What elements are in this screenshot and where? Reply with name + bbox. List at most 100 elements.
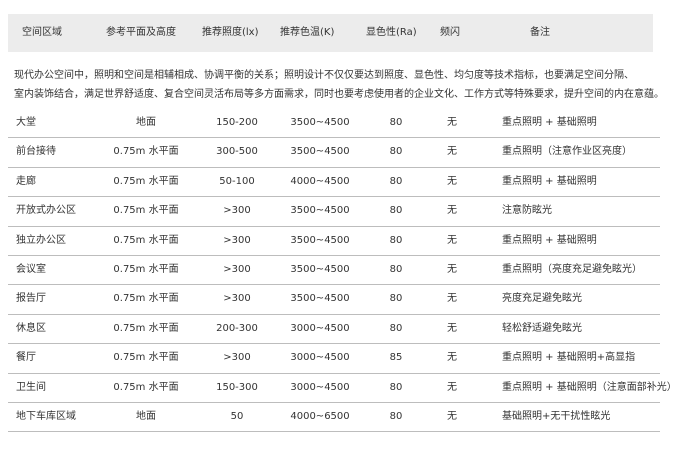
table-row: 报告厅 0.75m 水平面 >300 3500~4500 80 无 亮度充足避免… [8,285,660,315]
table-row: 卫生间 0.75m 水平面 150-300 3000~4500 80 无 重点照… [8,374,677,403]
cell-temp: 4000~4500 [290,175,350,187]
cell-flicker: 无 [447,352,457,364]
cell-flicker: 无 [447,263,457,275]
cell-ra: 80 [389,117,403,128]
cell-ra: 80 [389,234,403,246]
table-header: 空间区域 参考平面及高度 推荐照度(lx) 推荐色温(K) 显色性(Ra) 频闪… [8,14,653,52]
cell-plane: 地面 [136,410,156,422]
intro-line-1: 现代办公空间中，照明和空间是相辅相成、协调平衡的关系；照明设计不仅仅要达到照度、… [14,70,634,81]
intro-line-2: 室内装饰结合，满足世界舒适度、复合空间灵活布局等多方面需求，同时也要考虑使用者的… [14,89,664,100]
cell-temp: 3500~4500 [290,293,350,305]
cell-note: 重点照明 + 基础照明 [502,175,597,187]
cell-space: 大堂 [16,117,36,128]
header-note: 备注 [530,27,550,38]
header-temp: 推荐色温(K) [280,27,335,38]
cell-flicker: 无 [447,117,457,128]
intro-paragraph: 现代办公空间中，照明和空间是相辅相成、协调平衡的关系；照明设计不仅仅要达到照度、… [14,66,664,104]
cell-temp: 3500~4500 [290,205,350,217]
header-ra: 显色性(Ra) [366,27,417,38]
cell-space: 开放式办公区 [16,205,76,217]
table-row: 前台接待 0.75m 水平面 300-500 3500~4500 80 无 重点… [8,138,660,168]
cell-note: 基础照明+无干扰性眩光 [502,410,611,422]
cell-flicker: 无 [447,175,457,187]
cell-lux: 50 [230,410,244,422]
cell-ra: 80 [389,263,403,275]
cell-lux: >300 [223,352,251,364]
cell-note: 重点照明（注意作业区亮度） [502,146,632,158]
cell-space: 地下车库区域 [16,410,76,422]
cell-note: 重点照明（亮度充足避免眩光） [502,263,642,275]
cell-lux: >300 [223,293,251,305]
cell-ra: 80 [389,146,403,158]
cell-flicker: 无 [447,410,457,422]
cell-flicker: 无 [447,205,457,217]
cell-lux: 150-300 [216,381,258,393]
cell-ra: 85 [389,352,403,364]
cell-plane: 地面 [136,117,156,128]
header-space: 空间区域 [22,27,62,38]
cell-note: 注意防眩光 [502,205,552,217]
table-row: 地下车库区域 地面 50 4000~6500 80 无 基础照明+无干扰性眩光 [8,403,660,433]
cell-lux: 50-100 [219,175,255,187]
cell-note: 重点照明 + 基础照明 [502,117,597,128]
cell-temp: 3500~4500 [290,117,350,128]
cell-lux: 150-200 [216,117,258,128]
cell-ra: 80 [389,205,403,217]
cell-ra: 80 [389,322,403,334]
cell-lux: >300 [223,263,251,275]
cell-lux: >300 [223,234,251,246]
cell-ra: 80 [389,410,403,422]
cell-space: 会议室 [16,263,46,275]
cell-lux: 300-500 [216,146,258,158]
table-row: 休息区 0.75m 水平面 200-300 3000~4500 80 无 轻松舒… [8,315,660,345]
cell-plane: 0.75m 水平面 [113,146,179,158]
cell-plane: 0.75m 水平面 [113,205,179,217]
cell-temp: 3500~4500 [290,263,350,275]
cell-flicker: 无 [447,234,457,246]
cell-plane: 0.75m 水平面 [113,322,179,334]
cell-plane: 0.75m 水平面 [113,381,179,393]
cell-flicker: 无 [447,293,457,305]
cell-note: 重点照明 + 基础照明 [502,234,597,246]
cell-space: 报告厅 [16,293,46,305]
cell-ra: 80 [389,381,403,393]
cell-flicker: 无 [447,322,457,334]
cell-note: 轻松舒适避免眩光 [502,322,582,334]
cell-temp: 3500~4500 [290,146,350,158]
cell-note: 亮度充足避免眩光 [502,293,582,305]
table-row: 大堂 地面 150-200 3500~4500 80 无 重点照明 + 基础照明 [8,109,660,139]
cell-plane: 0.75m 水平面 [113,234,179,246]
cell-temp: 3000~4500 [290,381,350,393]
cell-space: 卫生间 [16,381,46,393]
cell-flicker: 无 [447,381,457,393]
cell-lux: >300 [223,205,251,217]
cell-space: 独立办公区 [16,234,66,246]
cell-ra: 80 [389,293,403,305]
lighting-spec-page: 空间区域 参考平面及高度 推荐照度(lx) 推荐色温(K) 显色性(Ra) 频闪… [0,0,681,461]
cell-space: 休息区 [16,322,46,334]
cell-note: 重点照明 + 基础照明（注意面部补光） [502,381,677,393]
cell-note: 重点照明 + 基础照明+高显指 [502,352,636,364]
table-body: 大堂 地面 150-200 3500~4500 80 无 重点照明 + 基础照明… [8,109,677,433]
header-flicker: 频闪 [440,27,460,38]
table-row: 开放式办公区 0.75m 水平面 >300 3500~4500 80 无 注意防… [8,197,660,227]
header-lux: 推荐照度(lx) [202,27,259,38]
cell-temp: 4000~6500 [290,410,350,422]
cell-ra: 80 [389,175,403,187]
cell-plane: 0.75m 水平面 [113,293,179,305]
cell-lux: 200-300 [216,322,258,334]
cell-plane: 0.75m 水平面 [113,175,179,187]
cell-plane: 0.75m 水平面 [113,352,179,364]
cell-plane: 0.75m 水平面 [113,263,179,275]
cell-space: 走廊 [16,175,36,187]
table-row: 走廊 0.75m 水平面 50-100 4000~4500 80 无 重点照明 … [8,168,660,198]
cell-temp: 3500~4500 [290,234,350,246]
cell-flicker: 无 [447,146,457,158]
cell-temp: 3000~4500 [290,352,350,364]
table-row: 餐厅 0.75m 水平面 >300 3000~4500 85 无 重点照明 + … [8,344,660,374]
cell-space: 前台接待 [16,146,56,158]
table-row: 独立办公区 0.75m 水平面 >300 3500~4500 80 无 重点照明… [8,227,660,256]
cell-space: 餐厅 [16,352,36,364]
header-plane: 参考平面及高度 [106,27,176,38]
cell-temp: 3000~4500 [290,322,350,334]
